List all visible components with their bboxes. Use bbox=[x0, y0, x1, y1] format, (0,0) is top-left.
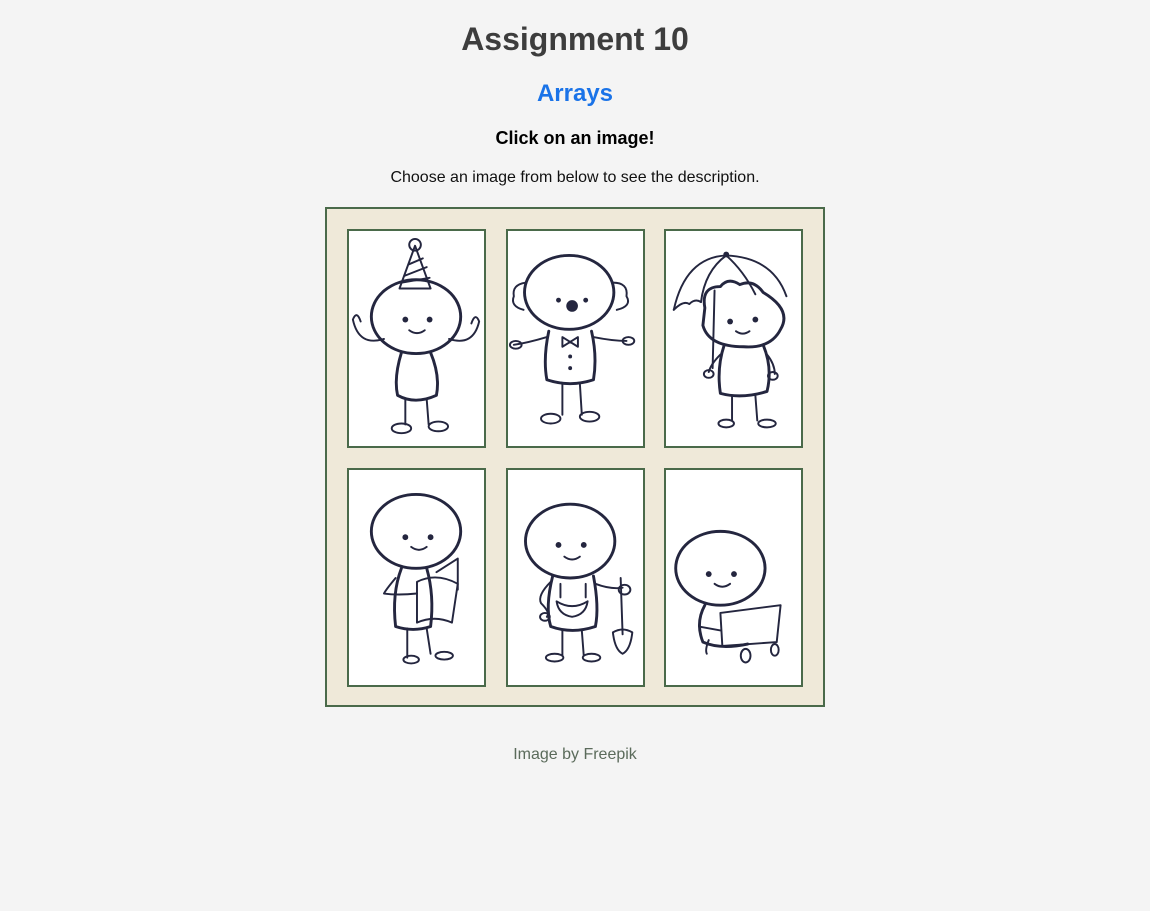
instruction-heading: Click on an image! bbox=[495, 128, 655, 148]
gallery-image-laptop[interactable] bbox=[664, 468, 803, 687]
gallery-image-clown[interactable] bbox=[506, 229, 645, 448]
gardener-character-icon bbox=[524, 502, 634, 663]
clown-character-icon bbox=[508, 254, 636, 425]
gallery-image-gardener[interactable] bbox=[506, 468, 645, 687]
gallery-image-umbrella[interactable] bbox=[664, 229, 803, 448]
reading-character-icon bbox=[369, 493, 463, 665]
umbrella-character-icon bbox=[672, 251, 788, 429]
laptop-character-icon bbox=[674, 529, 782, 664]
page-subtitle: Arrays bbox=[536, 80, 614, 107]
image-credit: Image by Freepik bbox=[0, 745, 1150, 765]
party-hat-character-icon bbox=[351, 237, 481, 435]
page: Assignment 10 Arrays Click on an image! … bbox=[0, 0, 1150, 911]
page-title: Assignment 10 bbox=[461, 21, 689, 57]
freepik-link[interactable]: Freepik bbox=[583, 746, 636, 763]
image-gallery bbox=[325, 207, 825, 707]
credit-prefix: Image by bbox=[513, 746, 579, 763]
gallery-image-reading[interactable] bbox=[347, 468, 486, 687]
description-text: Choose an image from below to see the de… bbox=[390, 169, 760, 186]
gallery-image-party-hat[interactable] bbox=[347, 229, 486, 448]
